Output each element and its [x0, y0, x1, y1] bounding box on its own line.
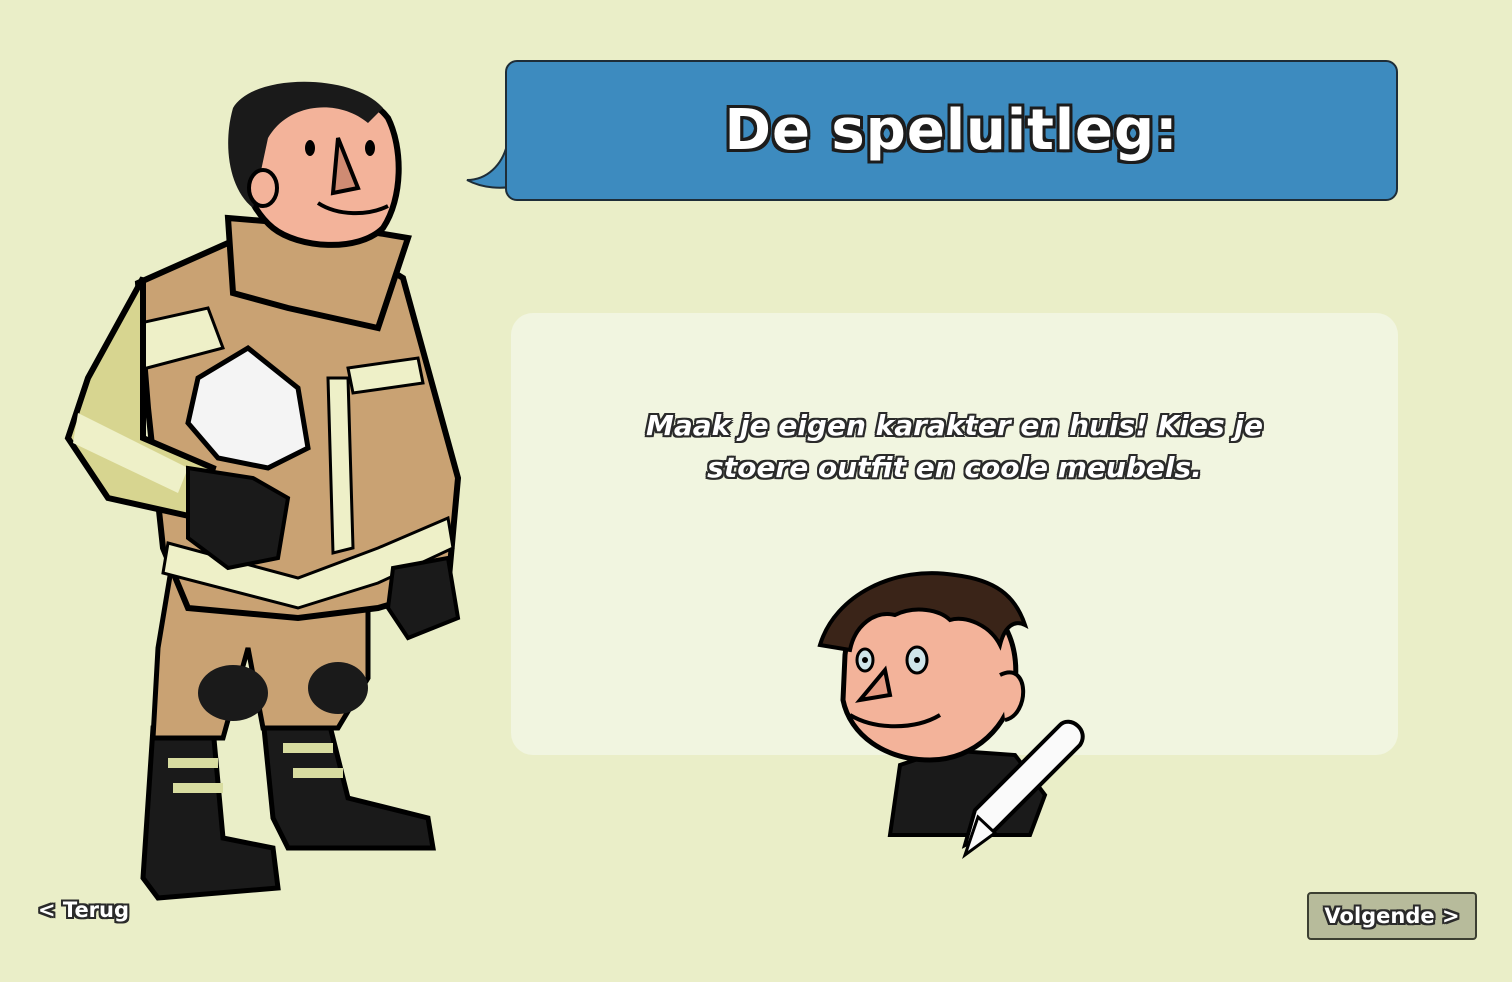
speech-bubble: De speluitleg: — [505, 60, 1398, 201]
next-button[interactable]: Volgende > — [1307, 892, 1477, 940]
game-screen: De speluitleg: Maak je eigen karakter en… — [0, 0, 1512, 982]
firefighter-illustration — [64, 81, 462, 901]
back-button[interactable]: < Terug — [38, 898, 129, 922]
instruction-text: Maak je eigen karakter en huis! Kies je … — [645, 409, 1264, 484]
avatar-editor-illustration — [817, 571, 1085, 860]
page-title: De speluitleg: — [724, 98, 1179, 163]
